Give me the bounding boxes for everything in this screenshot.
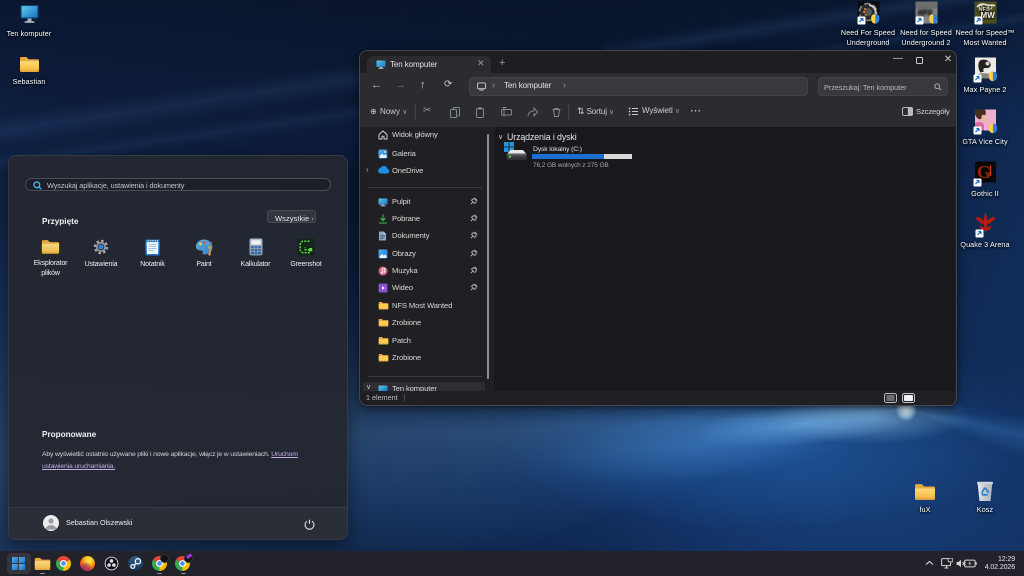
- svg-text:MW: MW: [980, 11, 995, 20]
